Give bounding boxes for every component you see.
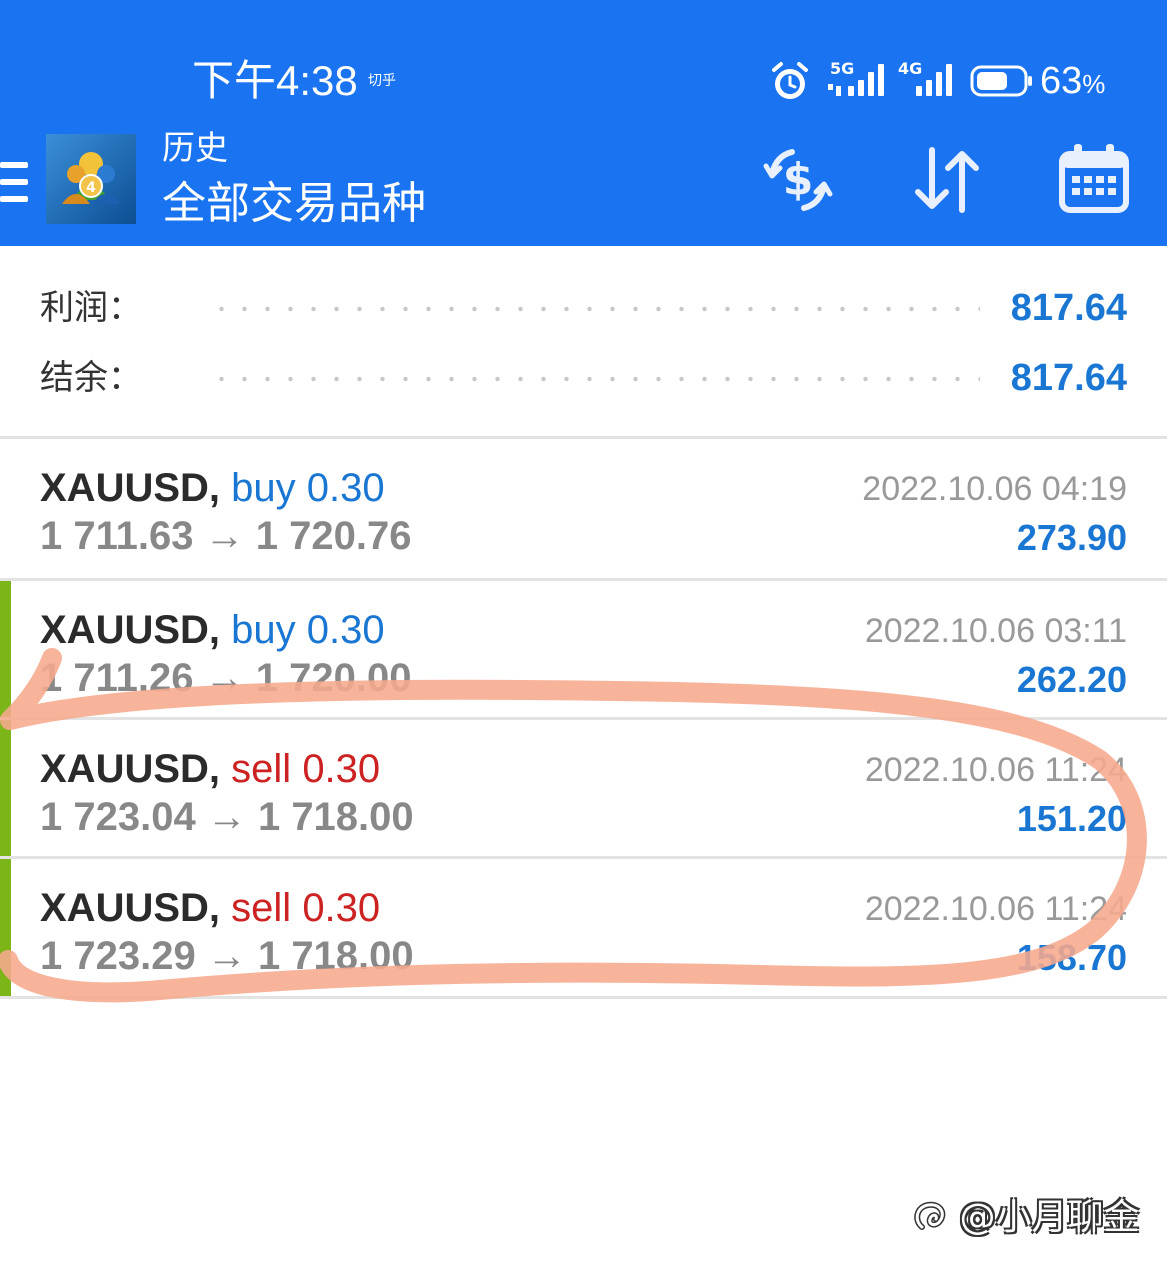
sort-icon bbox=[915, 147, 979, 213]
trade-row[interactable]: XAUUSD, sell 0.30 1 723.29 → 1 718.00 20… bbox=[0, 859, 1167, 998]
trade-time: 2022.10.06 03:11 bbox=[864, 612, 1127, 650]
currency-exchange-icon: $ bbox=[763, 149, 833, 211]
trade-volume: 0.30 bbox=[302, 886, 381, 930]
trade-row[interactable]: XAUUSD, sell 0.30 1 723.04 → 1 718.00 20… bbox=[0, 720, 1167, 859]
summary-balance-row: 结余： 817.64 bbox=[0, 348, 1167, 408]
svg-text:4: 4 bbox=[86, 180, 96, 196]
row-indicator-bar bbox=[0, 859, 11, 998]
open-price: 1 723.29 bbox=[40, 934, 196, 978]
trade-symbol: XAUUSD, bbox=[40, 886, 221, 930]
alarm-icon bbox=[772, 62, 808, 99]
app-header: 下午4:38 切乎 5G 4G 63% 4 历史 全部交易品种 $ bbox=[0, 0, 1167, 246]
status-extra-indicator: 切乎 bbox=[368, 73, 396, 89]
trade-symbol: XAUUSD, bbox=[40, 747, 221, 791]
close-price: 1 718.00 bbox=[257, 934, 414, 978]
trade-profit: 273.90 bbox=[1016, 517, 1127, 558]
trade-side: buy bbox=[231, 466, 296, 510]
sort-button[interactable] bbox=[906, 140, 986, 220]
dotted-leader bbox=[210, 306, 980, 312]
close-price: 1 720.76 bbox=[255, 514, 412, 558]
arrow-icon: → bbox=[204, 656, 245, 700]
page-title: 历史 bbox=[162, 128, 228, 167]
trade-row[interactable]: XAUUSD, buy 0.30 1 711.63 → 1 720.76 202… bbox=[0, 439, 1167, 575]
trade-side: buy bbox=[231, 608, 296, 652]
balance-value: 817.64 bbox=[1010, 357, 1127, 399]
open-price: 1 723.04 bbox=[40, 795, 196, 839]
trade-profit: 158.70 bbox=[1016, 937, 1127, 978]
calendar-button[interactable] bbox=[1054, 140, 1134, 220]
trade-row[interactable]: XAUUSD, buy 0.30 1 711.26 → 1 720.00 202… bbox=[0, 581, 1167, 720]
signal-5g-icon bbox=[828, 64, 884, 96]
arrow-icon: → bbox=[206, 795, 247, 839]
trade-side: sell bbox=[231, 747, 292, 791]
row-indicator-bar bbox=[0, 720, 11, 859]
calendar-icon bbox=[1059, 144, 1129, 213]
menu-icon[interactable] bbox=[0, 160, 28, 204]
trade-volume: 0.30 bbox=[302, 747, 381, 791]
signal-4g-icon bbox=[916, 64, 952, 96]
metatrader-logo: 4 bbox=[46, 134, 136, 224]
arrow-icon: → bbox=[204, 514, 245, 558]
trade-time: 2022.10.06 11:24 bbox=[864, 751, 1127, 789]
watermark-text: @小月聊金 bbox=[959, 1197, 1140, 1238]
symbol-filter-title[interactable]: 全部交易品种 bbox=[162, 178, 426, 230]
balance-label: 结余： bbox=[40, 358, 142, 398]
status-time: 下午4:38 bbox=[192, 57, 358, 104]
svg-text:$: $ bbox=[783, 154, 814, 205]
profit-value: 817.64 bbox=[1010, 287, 1127, 329]
trade-time: 2022.10.06 11:24 bbox=[864, 890, 1127, 928]
battery-icon bbox=[970, 65, 1032, 97]
close-price: 1 720.00 bbox=[255, 656, 412, 700]
profit-label: 利润： bbox=[40, 288, 142, 328]
divider bbox=[0, 996, 1167, 999]
trade-side: sell bbox=[231, 886, 292, 930]
dotted-leader bbox=[210, 376, 980, 382]
close-price: 1 718.00 bbox=[257, 795, 414, 839]
trade-volume: 0.30 bbox=[306, 466, 385, 510]
arrow-icon: → bbox=[206, 934, 247, 978]
trade-profit: 151.20 bbox=[1016, 798, 1127, 839]
trade-profit: 262.20 bbox=[1016, 659, 1127, 700]
trade-volume: 0.30 bbox=[306, 608, 385, 652]
open-price: 1 711.26 bbox=[40, 656, 194, 700]
battery-percent: 63% bbox=[1040, 60, 1106, 102]
row-indicator-bar bbox=[0, 581, 11, 720]
summary-profit-row: 利润： 817.64 bbox=[0, 278, 1167, 338]
currency-exchange-button[interactable]: $ bbox=[758, 140, 838, 220]
trade-time: 2022.10.06 04:19 bbox=[862, 470, 1127, 508]
open-price: 1 711.63 bbox=[40, 514, 194, 558]
watermark: @小月聊金 bbox=[912, 1196, 1139, 1240]
platform-logo-icon bbox=[914, 1201, 946, 1230]
trade-symbol: XAUUSD, bbox=[40, 466, 221, 510]
trade-symbol: XAUUSD, bbox=[40, 608, 221, 652]
